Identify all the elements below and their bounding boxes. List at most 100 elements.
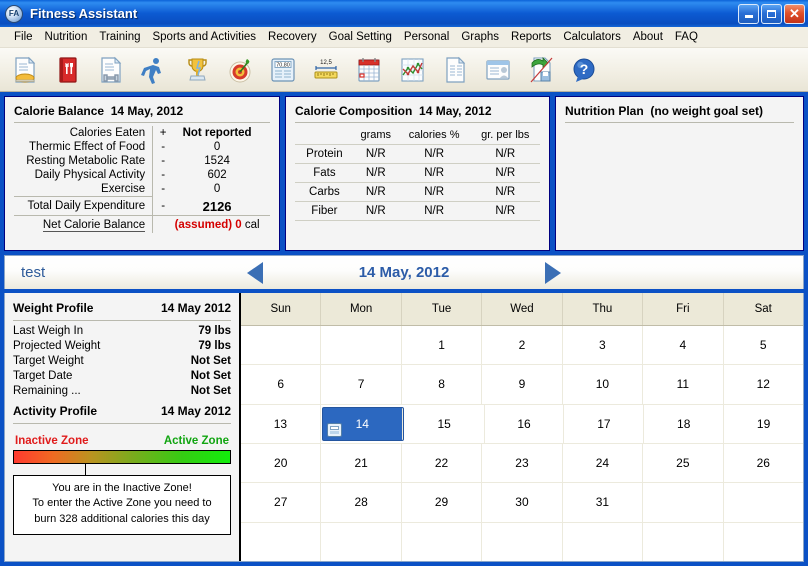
calendar-day-cell[interactable]: 10 bbox=[563, 365, 644, 404]
row-sign: - bbox=[152, 140, 171, 154]
calendar-day-cell[interactable]: 26 bbox=[724, 444, 803, 482]
calendar-day-number: 9 bbox=[518, 377, 526, 392]
calendar-day-cell[interactable]: 24 bbox=[563, 443, 644, 483]
measure-tape-icon[interactable]: 12,5 bbox=[307, 51, 345, 89]
previous-day-arrow-icon[interactable] bbox=[246, 261, 263, 284]
menu-item-calculators[interactable]: Calculators bbox=[557, 29, 627, 45]
divider bbox=[565, 122, 794, 123]
calendar-day-cell[interactable]: 1 bbox=[402, 326, 483, 365]
trophy-icon[interactable] bbox=[178, 51, 216, 89]
weekday-sun: Sun bbox=[241, 293, 322, 325]
row-value: 0 bbox=[213, 183, 221, 196]
calendar-day-cell[interactable]: 15 bbox=[405, 404, 485, 443]
calendar-day-cell[interactable]: 21 bbox=[321, 443, 402, 483]
calendar-day-cell[interactable]: 14 bbox=[322, 407, 403, 440]
weekday-tue: Tue bbox=[402, 293, 483, 325]
menu-item-personal[interactable]: Personal bbox=[398, 29, 455, 45]
calendar-day-number: 17 bbox=[597, 416, 611, 431]
calendar-day-cell[interactable]: 8 bbox=[402, 365, 483, 404]
menu-item-reports[interactable]: Reports bbox=[505, 29, 557, 45]
active-zone-label: Active Zone bbox=[163, 434, 229, 447]
export-save-icon[interactable] bbox=[522, 51, 560, 89]
menu-item-training[interactable]: Training bbox=[93, 29, 146, 45]
calendar-cell-empty bbox=[402, 522, 483, 561]
divider bbox=[295, 122, 540, 123]
calendar-day-cell[interactable]: 28 bbox=[321, 483, 402, 522]
zone-position-marker bbox=[84, 463, 86, 475]
menu-item-nutrition[interactable]: Nutrition bbox=[39, 29, 94, 45]
table-row: Projected Weight 79 lbs bbox=[13, 339, 231, 354]
activity-zone-gradient-bar bbox=[13, 449, 231, 464]
row-value: Not Set bbox=[190, 355, 231, 367]
calendar-week-row: 20 21 22 23 24 25 26 bbox=[241, 443, 803, 484]
calendar-day-number: 24 bbox=[595, 456, 610, 471]
food-database-icon[interactable] bbox=[49, 51, 87, 89]
maximize-button[interactable] bbox=[761, 3, 782, 24]
zone-marker-wrap bbox=[13, 463, 231, 475]
lower-region: Weight Profile 14 May 2012 Last Weigh In… bbox=[4, 293, 804, 562]
calendar-day-cell[interactable]: 5 bbox=[724, 326, 803, 364]
calendar-day-cell[interactable]: 20 bbox=[241, 443, 322, 483]
menu-item-goal-setting[interactable]: Goal Setting bbox=[323, 29, 398, 45]
weight-scale-icon[interactable]: 70,80 bbox=[264, 51, 302, 89]
row-sign: - bbox=[152, 154, 171, 168]
menu-item-recovery[interactable]: Recovery bbox=[262, 29, 323, 45]
training-diary-icon[interactable] bbox=[92, 51, 130, 89]
table-row: Fats N/R N/R N/R bbox=[295, 163, 540, 183]
calendar-icon[interactable] bbox=[350, 51, 388, 89]
profile-card-icon[interactable] bbox=[479, 51, 517, 89]
calendar-cell-empty bbox=[643, 483, 724, 522]
graph-icon[interactable] bbox=[393, 51, 431, 89]
next-day-arrow-icon[interactable] bbox=[545, 261, 562, 284]
calendar-day-cell[interactable]: 31 bbox=[563, 483, 644, 522]
calendar-day-cell[interactable]: 29 bbox=[402, 483, 483, 522]
table-row: Thermic Effect of Food - 0 bbox=[14, 140, 270, 154]
calendar-day-cell[interactable]: 12 bbox=[724, 365, 803, 403]
table-row: Target Date Not Set bbox=[13, 369, 231, 384]
menu-item-sports[interactable]: Sports and Activities bbox=[146, 29, 262, 45]
calendar-day-cell[interactable]: 4 bbox=[643, 326, 724, 365]
close-button[interactable]: ✕ bbox=[784, 3, 805, 24]
table-row-total: Total Daily Expenditure - 2126 bbox=[14, 196, 270, 215]
calendar-day-cell[interactable]: 7 bbox=[321, 365, 402, 404]
calendar-day-cell[interactable]: 25 bbox=[643, 443, 724, 483]
report-icon[interactable] bbox=[436, 51, 474, 89]
calendar-day-cell[interactable]: 23 bbox=[482, 443, 563, 483]
calendar-day-cell[interactable]: 17 bbox=[564, 404, 645, 443]
calendar-day-cell[interactable]: 6 bbox=[241, 365, 322, 404]
weekday-fri: Fri bbox=[643, 293, 724, 325]
table-row: Exercise - 0 bbox=[14, 182, 270, 197]
calendar-day-number: 31 bbox=[595, 495, 610, 510]
calendar-day-cell[interactable]: 13 bbox=[241, 404, 321, 443]
col-head-gr-per-lbs: gr. per lbs bbox=[481, 129, 530, 141]
menu-item-about[interactable]: About bbox=[627, 29, 669, 45]
calorie-composition-heading: Calorie Composition bbox=[295, 104, 413, 118]
menu-item-faq[interactable]: FAQ bbox=[669, 29, 704, 45]
calendar-day-cell[interactable]: 2 bbox=[482, 326, 563, 365]
menu-item-graphs[interactable]: Graphs bbox=[455, 29, 505, 45]
food-diary-icon[interactable] bbox=[6, 51, 44, 89]
calendar-day-cell[interactable]: 11 bbox=[643, 365, 724, 404]
weekday-sat: Sat bbox=[754, 303, 772, 315]
minimize-button[interactable] bbox=[738, 3, 759, 24]
help-icon[interactable]: ? bbox=[565, 51, 603, 89]
activity-profile-date: 14 May 2012 bbox=[160, 403, 231, 418]
target-icon[interactable] bbox=[221, 51, 259, 89]
calendar-day-cell[interactable]: 3 bbox=[563, 326, 644, 365]
calendar-day-cell[interactable]: 16 bbox=[485, 404, 565, 443]
calendar-day-cell[interactable]: 18 bbox=[644, 404, 725, 443]
menu-item-file[interactable]: File bbox=[8, 29, 39, 45]
calendar-day-cell[interactable]: 22 bbox=[402, 443, 483, 483]
table-row: Protein N/R N/R N/R bbox=[295, 144, 540, 164]
row-value: 0 bbox=[213, 141, 221, 153]
table-row: Calories Eaten + Not reported bbox=[14, 126, 270, 140]
zone-labels: Inactive Zone Active Zone bbox=[13, 435, 231, 450]
calendar-weekday-header: Sun Mon Tue Wed Thu Fri Sat bbox=[241, 293, 803, 326]
calendar-day-cell[interactable]: 27 bbox=[241, 483, 322, 522]
calendar-day-cell[interactable]: 9 bbox=[482, 365, 563, 404]
calendar-cell-empty bbox=[643, 522, 724, 561]
calendar-day-cell[interactable]: 30 bbox=[482, 483, 563, 522]
calendar-day-cell[interactable]: 19 bbox=[724, 405, 803, 443]
activity-icon[interactable] bbox=[135, 51, 173, 89]
calorie-balance-table: Calories Eaten + Not reported Thermic Ef… bbox=[14, 126, 270, 233]
